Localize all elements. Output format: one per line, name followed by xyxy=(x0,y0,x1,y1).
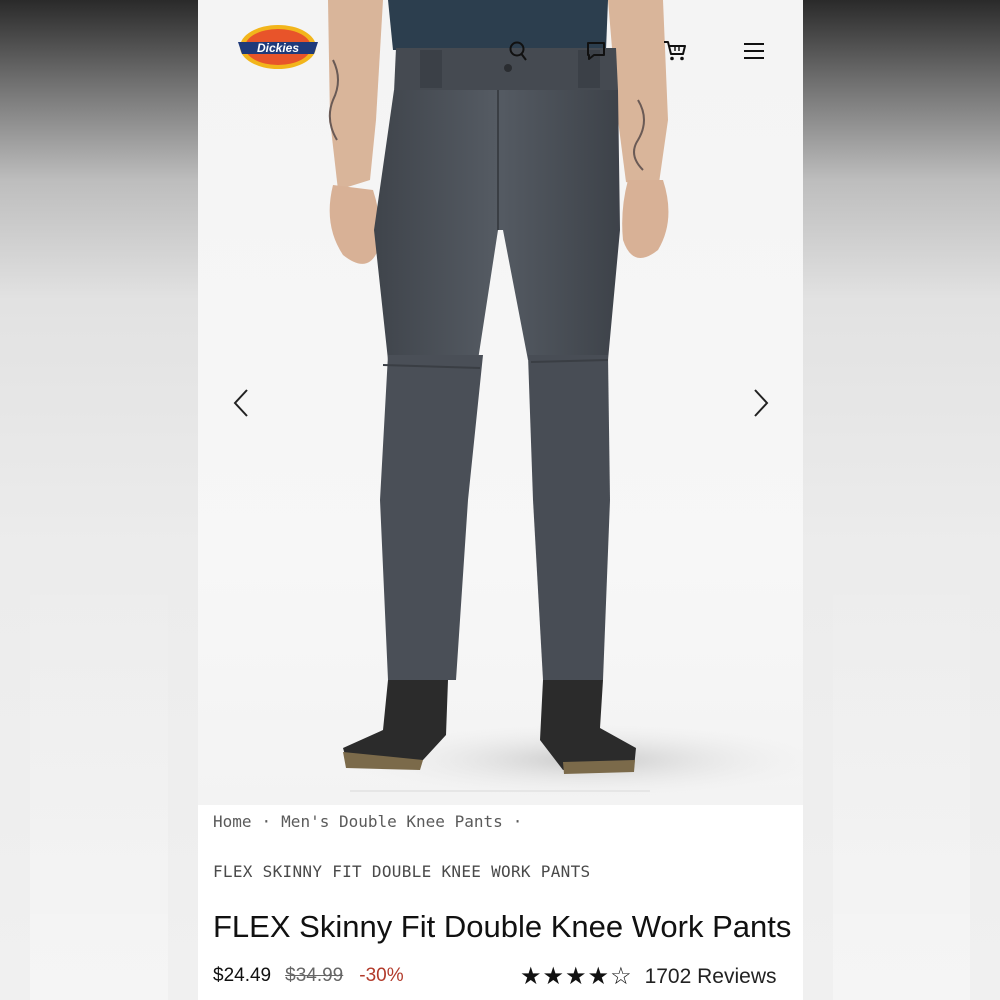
cart-icon[interactable] xyxy=(660,36,690,66)
breadcrumb-separator: · xyxy=(261,812,272,831)
original-price: $34.99 xyxy=(285,965,344,986)
product-photo xyxy=(328,0,803,800)
search-icon[interactable] xyxy=(503,36,533,66)
sale-price: $24.49 xyxy=(213,965,272,986)
chevron-right-icon[interactable] xyxy=(746,383,776,423)
breadcrumb-home[interactable]: Home xyxy=(213,812,252,831)
svg-text:Dickies: Dickies xyxy=(257,41,299,55)
discount-badge: -30% xyxy=(359,965,404,986)
blurred-background-left xyxy=(0,0,198,1000)
price-row: $24.49 $34.99 -30% xyxy=(213,965,404,987)
logo-emblem: Dickies xyxy=(238,25,318,69)
reviews-link[interactable]: 1702 Reviews xyxy=(645,965,777,989)
product-title: FLEX Skinny Fit Double Knee Work Pants xyxy=(213,909,792,944)
chat-icon[interactable] xyxy=(581,36,611,66)
rating[interactable]: ★★★★☆ 1702 Reviews xyxy=(520,962,776,991)
breadcrumb-separator: · xyxy=(512,812,523,831)
product-image-carousel[interactable]: Dickies xyxy=(198,0,803,805)
chevron-left-icon[interactable] xyxy=(226,383,256,423)
dickies-logo[interactable]: Dickies xyxy=(236,22,320,72)
product-subtitle: FLEX SKINNY FIT DOUBLE KNEE WORK PANTS xyxy=(213,862,591,881)
star-rating-icon: ★★★★☆ xyxy=(520,963,633,990)
breadcrumb: Home · Men's Double Knee Pants · xyxy=(213,812,532,831)
carousel-progress-bar xyxy=(350,790,650,792)
product-page: Dickies Home · Men's Double Knee Pants · FL… xyxy=(198,0,803,1000)
breadcrumb-mens-double-knee-pants[interactable]: Men's Double Knee Pants xyxy=(281,812,503,831)
menu-icon[interactable] xyxy=(739,36,769,66)
blurred-background-right xyxy=(803,0,1000,1000)
